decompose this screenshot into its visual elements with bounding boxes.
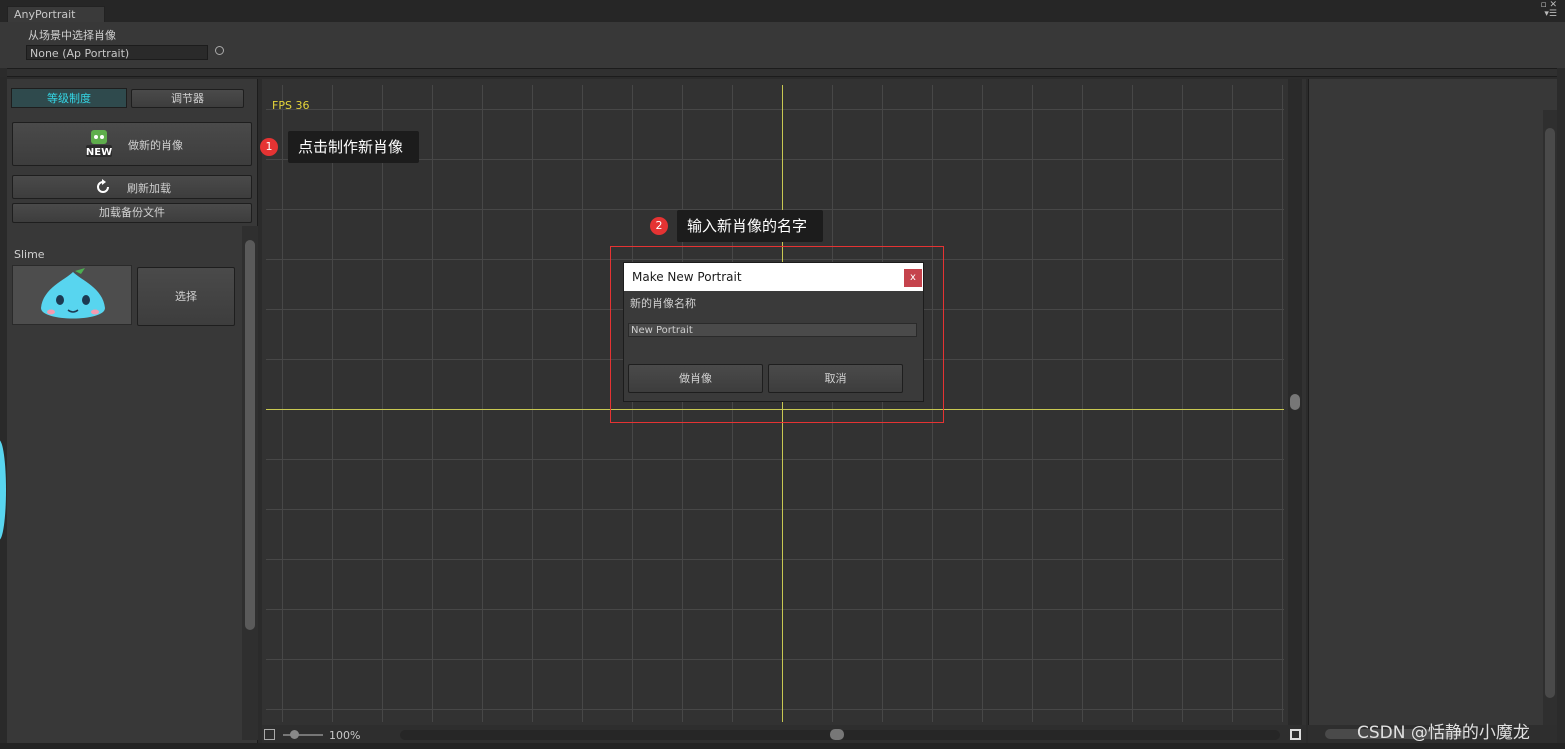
- viewport-vertical-scroll-thumb[interactable]: [1290, 394, 1300, 410]
- scene-portrait-label: 从场景中选择肖像: [28, 29, 116, 42]
- reload-label: 刷新加载: [127, 182, 171, 195]
- make-new-portrait-label: 做新的肖像: [128, 139, 183, 152]
- object-picker-icon[interactable]: [215, 46, 224, 55]
- right-panel: [1308, 79, 1557, 743]
- window-top-bar: [0, 0, 1565, 23]
- step-1-callout: 点击制作新肖像: [288, 131, 419, 163]
- window-tab-anyportrait[interactable]: AnyPortrait: [7, 6, 105, 22]
- new-portrait-icon: NEW: [86, 130, 112, 158]
- zoom-slider-knob[interactable]: [290, 730, 299, 739]
- viewport-horizontal-scroll-thumb[interactable]: [830, 729, 844, 740]
- header-area: [0, 22, 1565, 68]
- step-1-badge: 1: [260, 138, 278, 156]
- slime-image: [41, 268, 105, 319]
- step-2-badge: 2: [650, 217, 668, 235]
- tab-hierarchy[interactable]: 等级制度: [11, 88, 127, 108]
- portrait-name: Slime: [14, 248, 45, 261]
- portrait-thumbnail: [12, 265, 132, 325]
- left-scrollbar-thumb[interactable]: [245, 240, 255, 630]
- load-backup-button[interactable]: 加载备份文件: [12, 203, 252, 223]
- zoom-slider[interactable]: [283, 734, 323, 736]
- new-icon-text: NEW: [86, 147, 112, 158]
- left-edge-strip: [0, 77, 7, 743]
- center-view-icon[interactable]: [1290, 729, 1301, 740]
- right-scrollbar-thumb[interactable]: [1545, 128, 1555, 698]
- select-portrait-button[interactable]: 选择: [137, 267, 235, 326]
- divider: [7, 68, 1557, 77]
- tab-controller[interactable]: 调节器: [131, 89, 244, 108]
- step-2-callout: 输入新肖像的名字: [677, 210, 823, 242]
- window-controls[interactable]: ▫ ✕ ▾☰: [1540, 1, 1557, 19]
- fps-counter: FPS 36: [272, 99, 310, 112]
- portrait-object-field[interactable]: None (Ap Portrait): [26, 45, 208, 60]
- refresh-icon: [97, 179, 109, 193]
- highlight-box: [610, 246, 944, 423]
- zoom-level: 100%: [329, 729, 361, 742]
- zoom-fit-icon[interactable]: [264, 729, 275, 740]
- watermark: CSDN @恬静的小魔龙: [1357, 723, 1530, 743]
- bottom-strip: [0, 743, 1565, 749]
